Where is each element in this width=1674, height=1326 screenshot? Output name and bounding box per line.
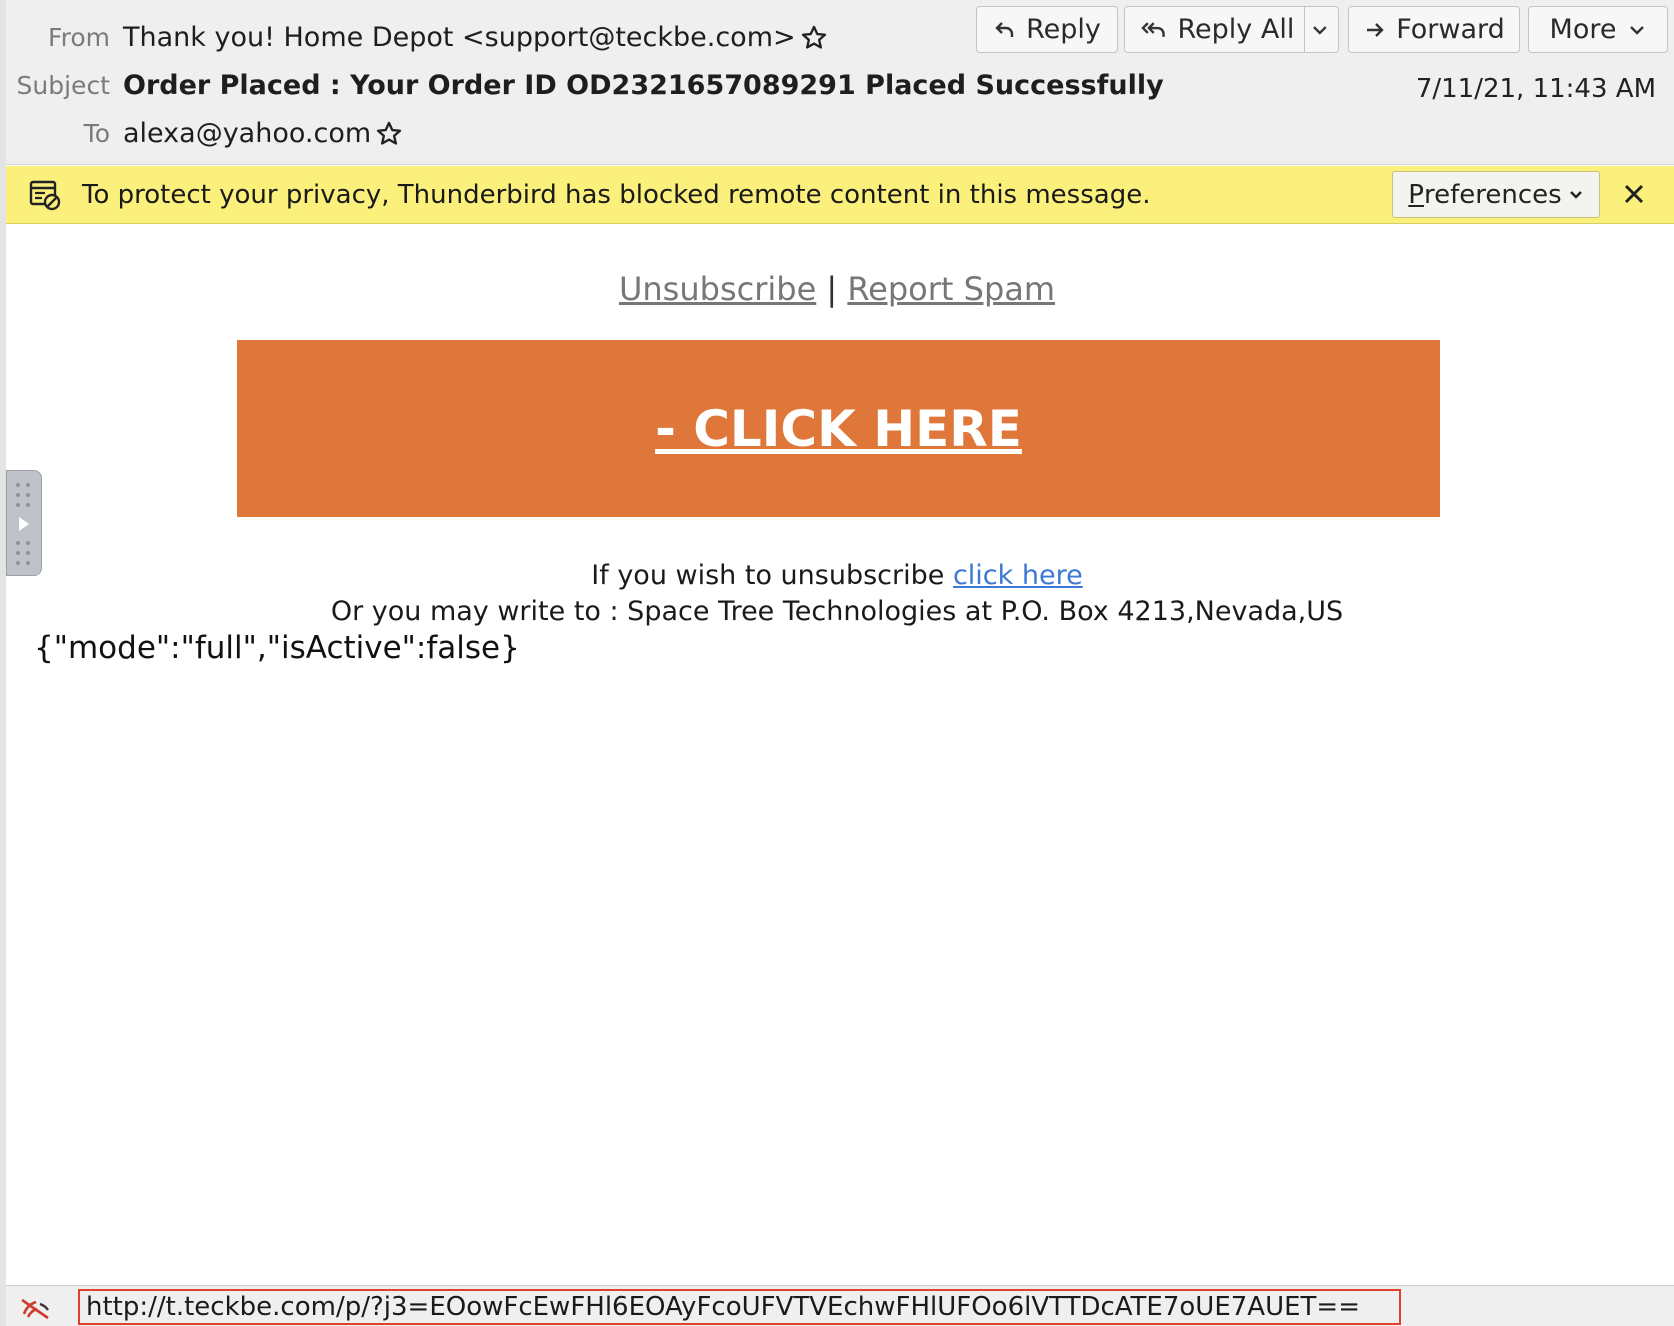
- reply-label: Reply: [1026, 14, 1101, 45]
- notification-text: To protect your privacy, Thunderbird has…: [82, 179, 1151, 210]
- reply-all-button[interactable]: Reply All: [1124, 6, 1339, 53]
- split-divider: [1304, 7, 1306, 52]
- forward-button[interactable]: Forward: [1348, 6, 1520, 53]
- connection-icon: [21, 1298, 49, 1320]
- to-row: To alexa@yahoo.com: [6, 118, 403, 149]
- more-label: More: [1549, 14, 1617, 45]
- from-row: From Thank you! Home Depot <support@teck…: [6, 22, 828, 53]
- chevron-down-icon: [1569, 190, 1582, 199]
- unsubscribe-prefix: If you wish to unsubscribe: [591, 560, 945, 591]
- message-header: From Thank you! Home Depot <support@teck…: [6, 0, 1674, 165]
- unsubscribe-link[interactable]: Unsubscribe: [619, 270, 816, 308]
- unsubscribe-line: If you wish to unsubscribe click here: [0, 560, 1674, 591]
- from-label: From: [48, 23, 110, 52]
- message-date: 7/11/21, 11:43 AM: [1415, 74, 1656, 104]
- star-icon[interactable]: [800, 24, 828, 52]
- subject-value: Order Placed : Your Order ID OD232165708…: [123, 70, 1164, 101]
- reply-all-label: Reply All: [1177, 14, 1295, 45]
- more-button[interactable]: More: [1528, 6, 1668, 53]
- sidebar-toggle-handle[interactable]: [6, 470, 42, 576]
- preferences-button[interactable]: Preferences: [1392, 171, 1600, 218]
- click-here-banner[interactable]: - CLICK HERE: [237, 340, 1440, 517]
- status-url: http://t.teckbe.com/p/?j3=EOowFcEwFHl6EO…: [78, 1289, 1401, 1325]
- reply-icon: [995, 21, 1014, 37]
- remote-content-notification: To protect your privacy, Thunderbird has…: [6, 166, 1674, 224]
- preferences-accesskey: P: [1408, 179, 1424, 210]
- link-separator: |: [826, 270, 838, 308]
- play-icon: [16, 483, 30, 565]
- reply-all-icon: [1141, 21, 1165, 37]
- forward-icon: [1367, 22, 1384, 37]
- subject-label: Subject: [16, 71, 110, 100]
- to-label: To: [83, 119, 110, 148]
- from-value[interactable]: Thank you! Home Depot <support@teckbe.co…: [123, 22, 796, 53]
- json-text: {"mode":"full","isActive":false}: [34, 630, 520, 666]
- chevron-down-icon[interactable]: [1311, 21, 1329, 39]
- to-value[interactable]: alexa@yahoo.com: [123, 118, 371, 149]
- reply-button[interactable]: Reply: [976, 6, 1118, 53]
- forward-label: Forward: [1396, 14, 1505, 45]
- click-here-link[interactable]: - CLICK HERE: [655, 400, 1022, 458]
- unsubscribe-click-here-link[interactable]: click here: [953, 560, 1083, 591]
- top-links: Unsubscribe | Report Spam: [0, 270, 1674, 308]
- close-icon[interactable]: [1618, 178, 1650, 210]
- blocked-content-icon: [29, 180, 61, 210]
- chevron-down-icon: [1630, 25, 1645, 35]
- preferences-label: references: [1423, 179, 1562, 210]
- star-icon[interactable]: [375, 120, 403, 148]
- subject-row: Subject Order Placed : Your Order ID OD2…: [6, 70, 1164, 101]
- status-bar: http://t.teckbe.com/p/?j3=EOowFcEwFHl6EO…: [6, 1285, 1674, 1326]
- report-spam-link[interactable]: Report Spam: [847, 270, 1055, 308]
- postal-address: Or you may write to : Space Tree Technol…: [330, 596, 1344, 627]
